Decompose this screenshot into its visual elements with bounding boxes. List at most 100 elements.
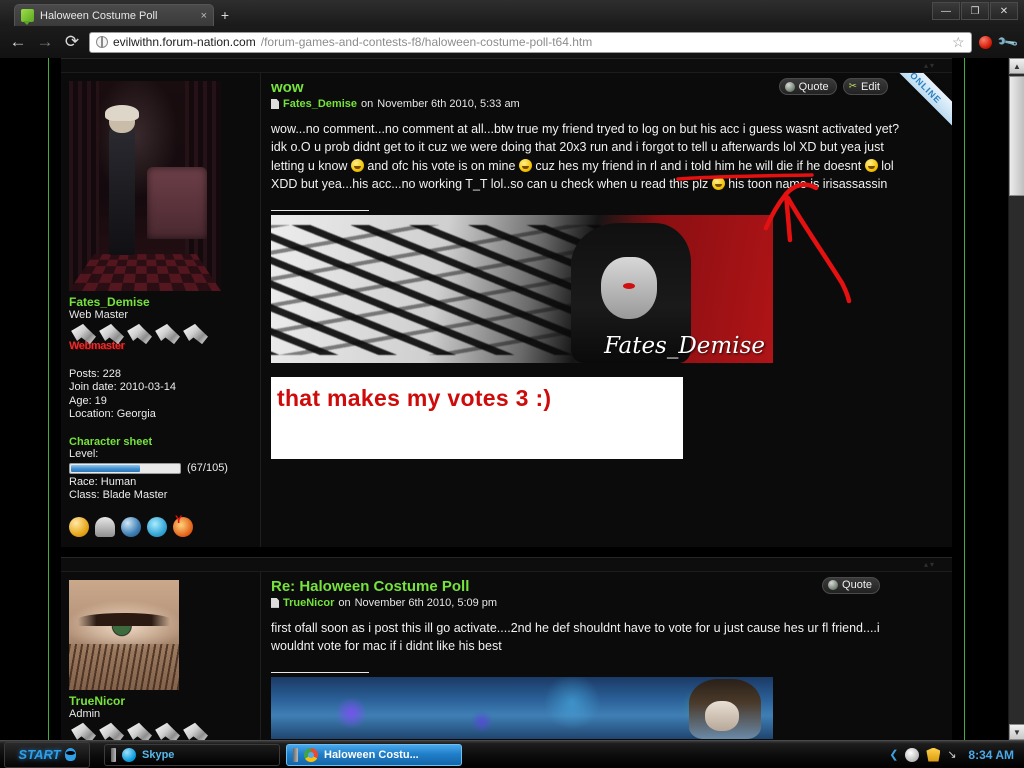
signature-name: Fates_Demise [604, 332, 765, 359]
edit-button[interactable]: ✂ Edit [842, 78, 888, 95]
start-button-label: START [18, 747, 61, 762]
signature-image [271, 676, 773, 739]
forum-post: ▴▾ TrueNicor Admin Quote Re: Haloween Co… [61, 556, 952, 740]
chrome-icon [304, 747, 318, 762]
post-meta-date: November 6th 2010, 5:09 pm [354, 596, 498, 609]
tab-close-icon[interactable]: × [196, 10, 207, 22]
level-label: Level: [69, 447, 99, 460]
taskbar-clock[interactable]: 8:34 AM [968, 748, 1014, 762]
quote-button[interactable]: Quote [778, 78, 837, 95]
taskbar-item-label: Skype [142, 748, 175, 761]
window-minimize-button[interactable]: — [932, 2, 960, 20]
browser-toolbar: ← → ⟳ evilwithn.forum-nation.com /forum-… [0, 26, 1024, 58]
avatar [69, 81, 221, 291]
quote-button-label: Quote [798, 80, 829, 93]
msn-icon[interactable] [147, 516, 167, 537]
post-actions: Quote ✂ Edit [778, 78, 888, 95]
character-class: Class: Blade Master [69, 489, 168, 502]
taskbar-item-skype[interactable]: Skype [104, 743, 280, 766]
msn-icon[interactable] [905, 747, 920, 762]
post-text: first ofall soon as i post this ill go a… [271, 619, 916, 656]
reload-icon[interactable]: ⟳ [62, 32, 82, 52]
forward-icon[interactable]: → [35, 32, 55, 52]
scrollbar-up-button[interactable]: ▲ [1009, 58, 1024, 74]
annotation-caption-text: that makes my votes 3 :) [277, 384, 552, 411]
post-author-name[interactable]: Fates_Demise [69, 295, 252, 309]
signature-separator [271, 671, 369, 673]
smiley-icon [518, 158, 532, 172]
rank-badge-label: Webmaster [69, 340, 125, 352]
taskbar-item-browser[interactable]: Haloween Costu... [286, 743, 462, 766]
taskbar-item-label: Haloween Costu... [324, 748, 419, 761]
scroll-updown-icon[interactable]: ▴▾ [924, 560, 936, 569]
url-domain: evilwithn.forum-nation.com [113, 35, 256, 49]
post-meta-on: on [338, 596, 351, 609]
tab-title: Haloween Costume Poll [40, 9, 158, 22]
bookmark-star-icon[interactable]: ☆ [952, 34, 965, 51]
post-meta-author[interactable]: TrueNicor [283, 597, 334, 609]
stat-posts: Posts: 228 [69, 368, 121, 380]
rank-pips [69, 722, 252, 740]
page-scrollbar[interactable]: ▲ ▼ [1008, 58, 1024, 740]
contact-icons [69, 514, 252, 537]
post-paragraph: cuz hes my friend in rl and i told him h… [535, 158, 862, 173]
page-viewport: ▴▾ Fates_Demise Web Master Webmaster Pos… [0, 58, 1024, 740]
post-meta-author[interactable]: Fates_Demise [283, 98, 357, 110]
smiley-icon [350, 158, 364, 172]
email-icon[interactable] [69, 516, 89, 537]
rank-pip-icon [99, 722, 124, 740]
browser-tab[interactable]: Haloween Costume Poll × [14, 4, 214, 26]
url-path: /forum-games-and-contests-f8/haloween-co… [260, 35, 593, 49]
tab-strip: Haloween Costume Poll × + — ❐ ✕ [0, 0, 1024, 26]
new-tab-button[interactable]: + [212, 6, 238, 24]
signature-image: Fates_Demise [271, 214, 773, 363]
avatar [69, 579, 179, 690]
quote-button[interactable]: Quote [822, 576, 880, 594]
level-value: (67/105) [187, 462, 228, 475]
minimize-arrow-icon[interactable]: ↘ [947, 748, 961, 762]
pm-icon[interactable] [95, 516, 115, 537]
wrench-menu-icon[interactable]: 🔧 [995, 30, 1019, 54]
website-icon[interactable] [121, 516, 141, 537]
skype-icon [122, 747, 136, 762]
scrollbar-thumb[interactable] [1009, 76, 1024, 196]
taskbar-grip-icon [293, 747, 298, 762]
address-bar[interactable]: evilwithn.forum-nation.com /forum-games-… [89, 31, 972, 53]
security-shield-icon[interactable] [926, 747, 941, 762]
back-icon[interactable]: ← [8, 32, 28, 52]
post-author-stats: Posts: 228 Join date: 2010-03-14 Age: 19… [69, 368, 252, 422]
yahoo-icon[interactable] [173, 514, 193, 537]
post-document-icon [271, 597, 279, 608]
level-progress-bar [69, 462, 181, 474]
stat-location: Location: Georgia [69, 408, 156, 421]
window-close-button[interactable]: ✕ [990, 2, 1018, 20]
post-author-name[interactable]: TrueNicor [69, 694, 252, 708]
quote-button-label: Quote [842, 579, 872, 592]
start-button[interactable]: START [4, 741, 90, 768]
smiley-icon [864, 158, 878, 172]
record-indicator-icon[interactable] [978, 35, 992, 49]
window-restore-button[interactable]: ❐ [961, 2, 989, 20]
post-meta: Fates_Demise on November 6th 2010, 5:33 … [271, 98, 942, 110]
rank-pip-icon [127, 722, 152, 740]
smiley-icon [711, 177, 725, 191]
taskbar-grip-icon [111, 747, 116, 762]
forum-page: ▴▾ Fates_Demise Web Master Webmaster Pos… [48, 58, 965, 740]
scrollbar-down-button[interactable]: ▼ [1009, 724, 1024, 740]
level-progress-fill [71, 464, 141, 472]
system-tray: ❮ ↘ 8:34 AM [889, 747, 1024, 762]
post-topbar: ▴▾ [61, 557, 952, 572]
tab-favicon-icon [21, 9, 34, 25]
tray-expand-icon[interactable]: ❮ [889, 748, 898, 761]
annotation-caption-box: that makes my votes 3 :) [271, 376, 683, 459]
stat-age: Age: 19 [69, 394, 107, 407]
post-author-panel: Fates_Demise Web Master Webmaster Posts:… [61, 73, 261, 547]
post-content: Quote Re: Haloween Costume Poll TrueNico… [261, 572, 952, 740]
post-meta: TrueNicor on November 6th 2010, 5:09 pm [271, 597, 942, 609]
post-author-panel: TrueNicor Admin [61, 571, 261, 740]
scroll-updown-icon[interactable]: ▴▾ [924, 61, 936, 70]
post-document-icon [271, 99, 279, 109]
taskbar-items: Skype Haloween Costu... [104, 743, 462, 766]
forum-post: ▴▾ Fates_Demise Web Master Webmaster Pos… [61, 58, 952, 547]
edit-icon: ✂ [848, 81, 858, 92]
